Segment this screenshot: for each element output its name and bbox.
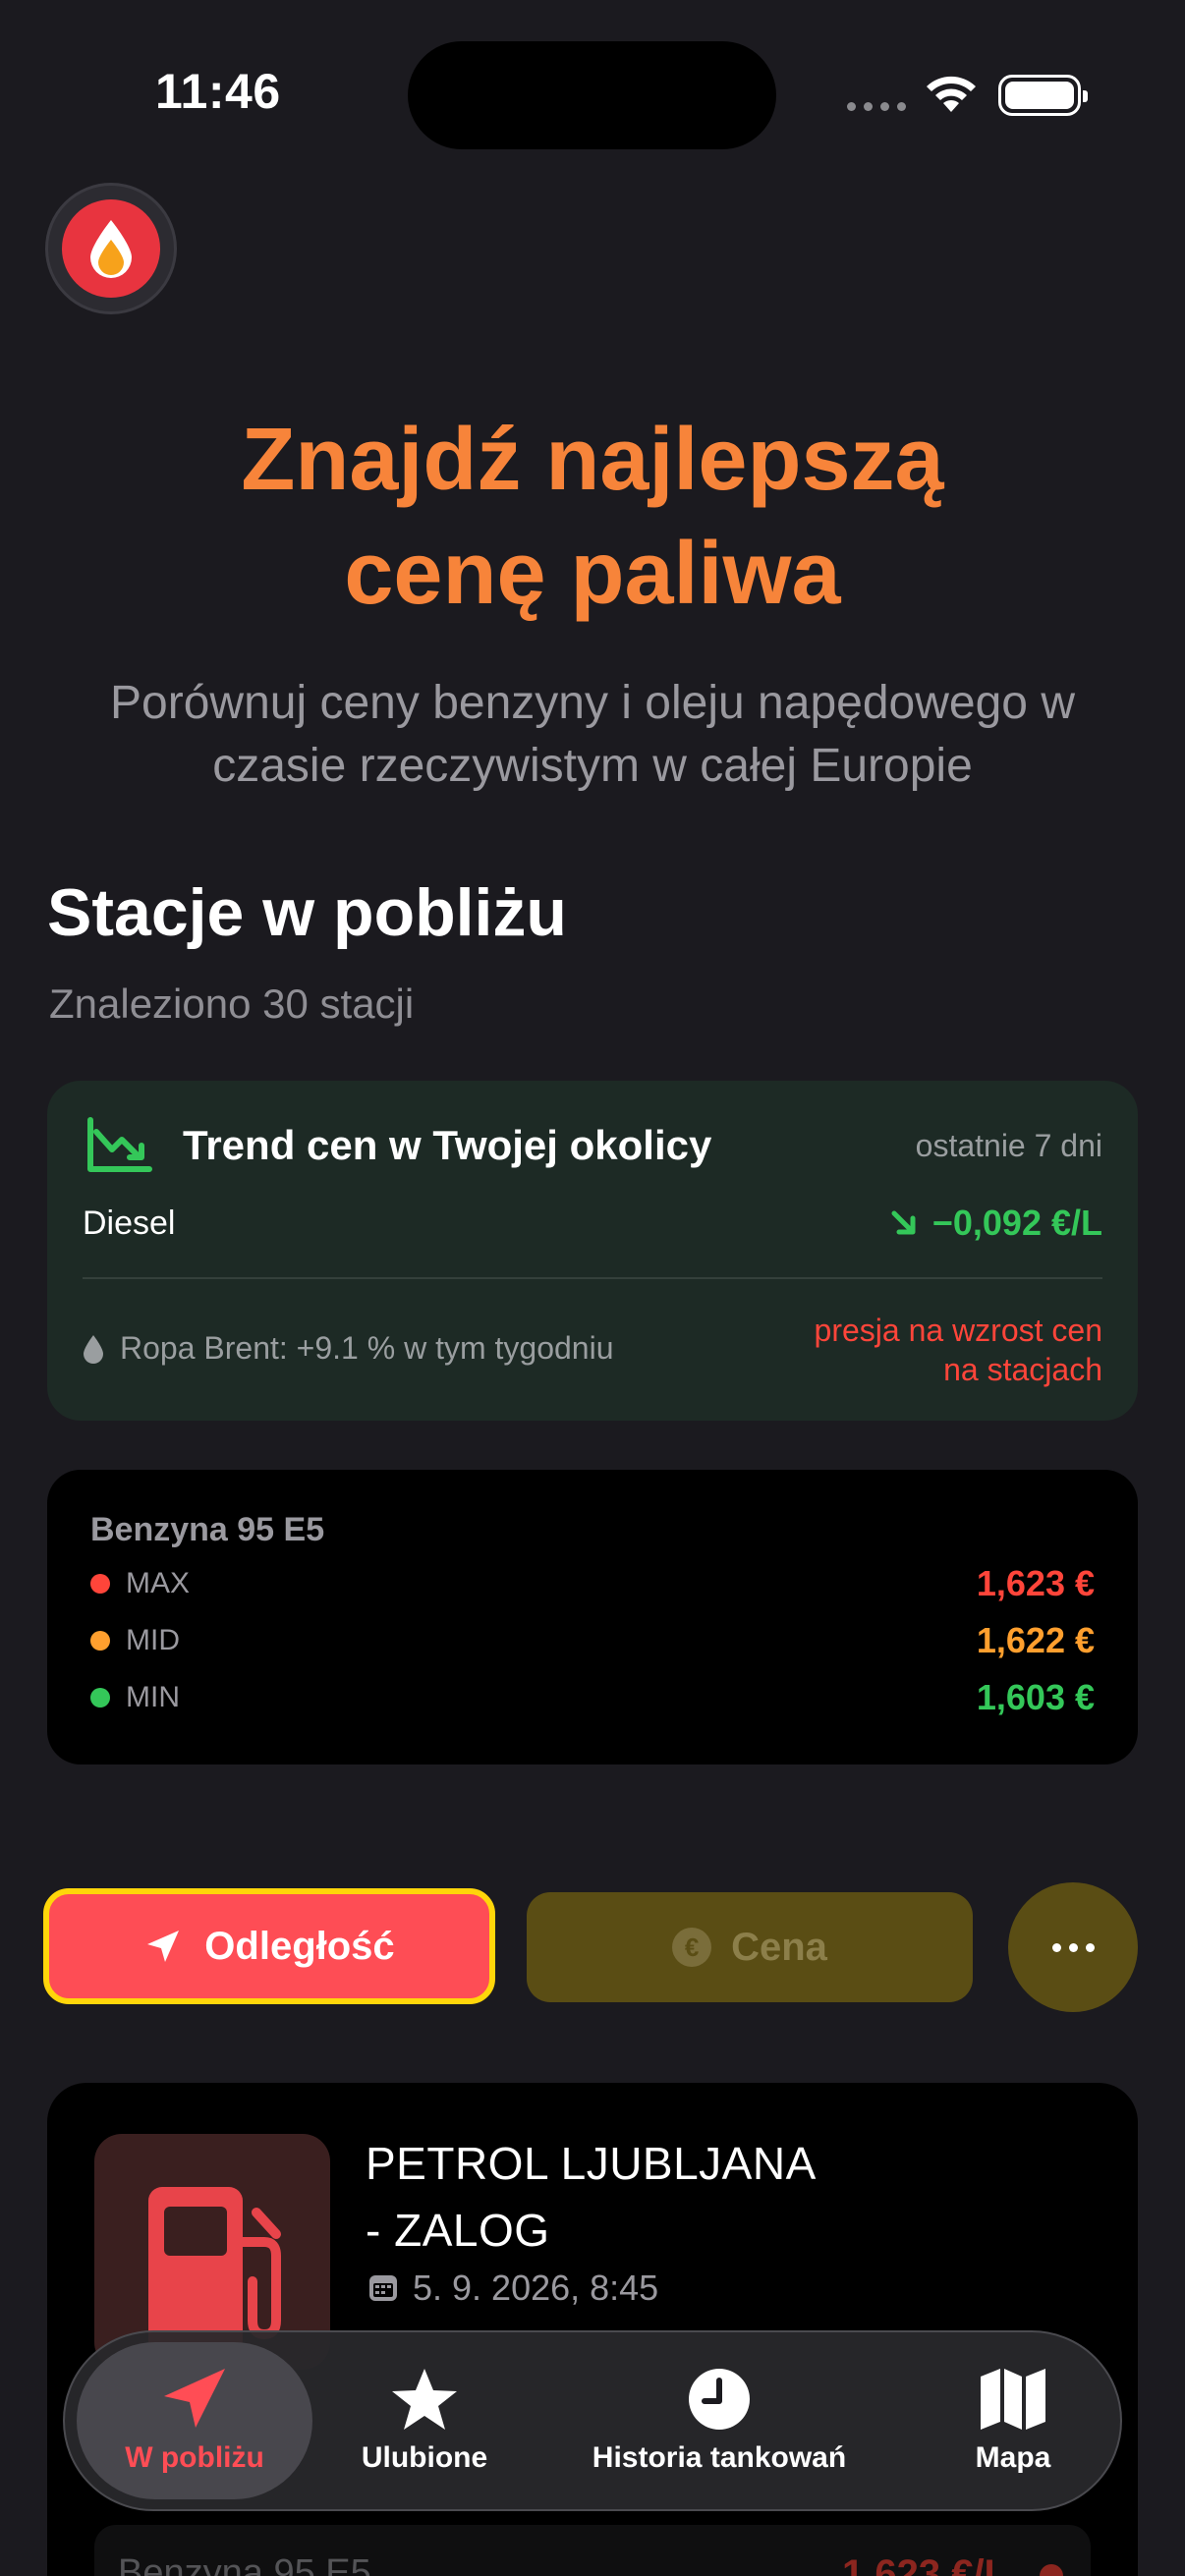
trend-change-value: −0,092 €/L [931, 1203, 1102, 1243]
clock-icon [689, 2369, 750, 2430]
sort-distance-button[interactable]: Odległość [43, 1888, 495, 2004]
hero-subtitle: Porównuj ceny benzyny i oleju napędowego… [110, 677, 1075, 792]
trend-fuel: Diesel [83, 1204, 176, 1242]
trend-title: Trend cen w Twojej okolicy [183, 1122, 712, 1168]
wifi-icon [927, 76, 976, 112]
ellipsis-icon [1051, 1942, 1061, 1952]
price-pressure-note: presja na wzrost cen na stacjach [814, 1313, 1102, 1387]
more-options-button[interactable] [1008, 1882, 1138, 2012]
price-stats-card: Benzyna 95 E5 MAX 1,623 € MID 1,622 € MI… [47, 1470, 1138, 1764]
tab-map[interactable]: Mapa [939, 2342, 1087, 2499]
battery-icon [998, 75, 1088, 116]
trend-period: ostatnie 7 dni [915, 1128, 1102, 1163]
calendar-icon [369, 2275, 397, 2301]
status-dot [90, 1631, 110, 1651]
cellular-signal-icon [847, 102, 906, 111]
station-price-row: Benzyna 95 E5 1,623 €/L [94, 2525, 1091, 2576]
brent-text: Ropa Brent: +9.1 % w tym tygodniu [120, 1330, 614, 1366]
station-updated: 5. 9. 2026, 8:45 [367, 2268, 658, 2309]
fuel-drop-icon [90, 220, 132, 278]
status-dot [90, 1688, 110, 1708]
map-icon [981, 2369, 1045, 2430]
price-stats-fuel: Benzyna 95 E5 [90, 1511, 325, 1548]
oil-drop-icon [84, 1334, 103, 1364]
trend-change: −0,092 €/L [889, 1203, 1102, 1244]
tab-refuel-history[interactable]: Historia tankowań [572, 2342, 867, 2499]
price-row-min: MIN 1,603 € [90, 1676, 1095, 1719]
brent-info: Ropa Brent: +9.1 % w tym tygodniu [83, 1330, 613, 1367]
price-row-mid: MID 1,622 € [90, 1619, 1095, 1662]
hero-title: Znajdź najlepszą cenę paliwa [241, 411, 944, 623]
price-row-max: MAX 1,623 € [90, 1562, 1095, 1605]
dynamic-island [408, 41, 776, 149]
price-trend-card[interactable]: Trend cen w Twojej okolicy ostatnie 7 dn… [47, 1081, 1138, 1421]
status-dot [1040, 2564, 1063, 2576]
tab-favorites[interactable]: Ulubione [346, 2342, 503, 2499]
status-time: 11:46 [155, 64, 281, 119]
tab-bar: W pobliżu Ulubione Historia tankowań Map… [63, 2330, 1122, 2511]
app-logo[interactable] [45, 183, 177, 314]
location-arrow-icon [164, 2369, 225, 2428]
location-arrow-icon [147, 1931, 180, 1962]
sort-price-button[interactable]: € Cena [527, 1892, 973, 2002]
section-title: Stacje w pobliżu [47, 875, 567, 950]
tab-nearby[interactable]: W pobliżu [77, 2342, 312, 2499]
divider [83, 1277, 1102, 1279]
star-icon [392, 2369, 457, 2430]
chart-down-icon [87, 1117, 152, 1172]
euro-icon: € [672, 1928, 712, 1967]
station-name: PETROL LJUBLJANA - ZALOG [366, 2138, 817, 2256]
station-count: Znaleziono 30 stacji [49, 980, 415, 1027]
arrow-down-right-icon [891, 1210, 916, 1235]
status-dot [90, 1574, 110, 1594]
